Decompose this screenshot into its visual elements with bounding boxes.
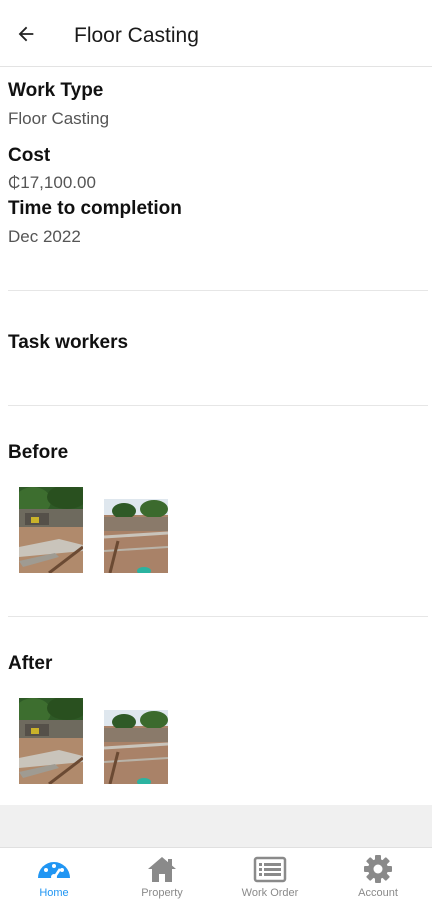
arrow-left-icon (18, 26, 34, 42)
cost-label: Cost (8, 145, 51, 166)
nav-item-home[interactable]: Home (0, 848, 108, 901)
before-photo[interactable] (104, 487, 168, 573)
divider (8, 405, 428, 406)
divider (8, 290, 428, 291)
work-order-detail: Work Type Floor Casting Cost ₵17,100.00 … (0, 67, 432, 805)
after-photo[interactable] (19, 698, 83, 784)
bottom-navigation: Home Property Work Order Account (0, 847, 432, 901)
nav-label-account: Account (358, 887, 398, 899)
after-heading: After (8, 653, 53, 674)
page-title: Floor Casting (74, 24, 199, 47)
home-icon (148, 857, 176, 882)
task-workers-heading: Task workers (8, 332, 129, 353)
nav-label-property: Property (141, 887, 183, 899)
list-icon (253, 856, 287, 883)
content-bottom-padding (0, 805, 432, 847)
nav-label-home: Home (39, 887, 69, 899)
app-bar: Floor Casting (0, 0, 432, 67)
nav-item-account[interactable]: Account (324, 848, 432, 901)
before-heading: Before (8, 442, 69, 463)
cost-value: ₵17,100.00 (8, 173, 96, 192)
construction-site-photo (19, 698, 83, 784)
construction-site-photo (104, 698, 168, 784)
dashboard-icon (38, 862, 70, 880)
work-type-value: Floor Casting (8, 109, 110, 128)
nav-item-work-order[interactable]: Work Order (216, 848, 324, 901)
after-photo[interactable] (104, 698, 168, 784)
nav-item-property[interactable]: Property (108, 848, 216, 901)
time-to-completion-value: Dec 2022 (8, 227, 81, 246)
work-type-label: Work Type (8, 80, 104, 101)
gear-icon (364, 855, 392, 883)
construction-site-photo (19, 487, 83, 573)
nav-label-work-order: Work Order (241, 887, 299, 899)
back-button[interactable] (8, 16, 44, 52)
before-photo[interactable] (19, 487, 83, 573)
divider (8, 616, 428, 617)
time-to-completion-label: Time to completion (8, 198, 182, 219)
construction-site-photo (104, 487, 168, 573)
